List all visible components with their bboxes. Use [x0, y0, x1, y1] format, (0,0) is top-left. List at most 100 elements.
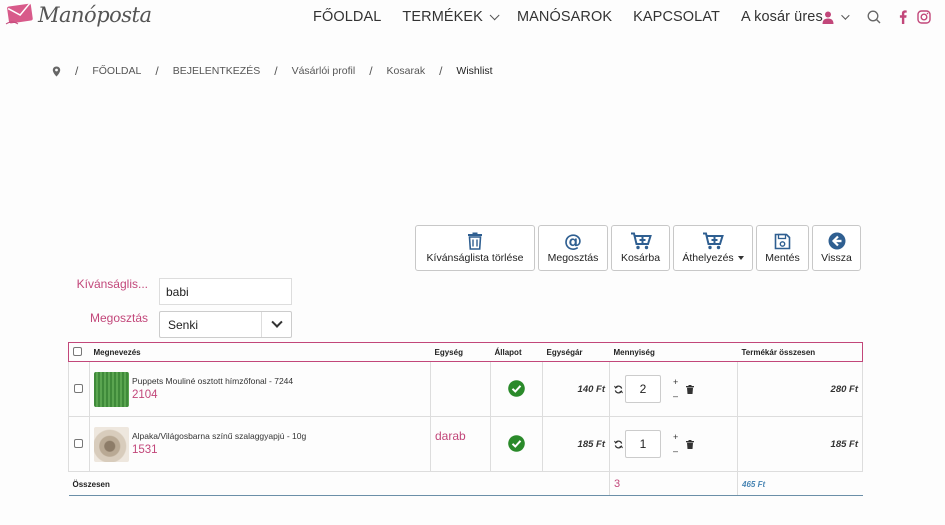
row-total: 185 Ft	[830, 438, 858, 450]
quantity-input[interactable]: 2	[625, 375, 661, 403]
product-name[interactable]: Puppets Mouliné osztott hímzőfonal - 724…	[132, 376, 293, 386]
total-quantity: 3	[614, 477, 621, 490]
col-header-name: Megnevezés	[89, 342, 431, 362]
logo-text: Manóposta	[38, 3, 152, 27]
trash-icon[interactable]	[686, 439, 695, 449]
breadcrumb: / FŐOLDAL / BEJELENTKEZÉS / Vásárlói pro…	[52, 64, 493, 78]
total-sum: 465 Ft	[742, 479, 766, 489]
delete-wishlist-button[interactable]: Kívánságlista törlése	[415, 225, 535, 271]
table-row: Puppets Mouliné osztott hímzőfonal - 724…	[68, 361, 863, 417]
back-button[interactable]: Vissza	[812, 225, 861, 271]
move-dropdown-button[interactable]: Áthelyezés	[673, 225, 753, 271]
map-marker-icon[interactable]	[52, 66, 61, 77]
user-icon	[822, 11, 834, 24]
instagram-icon	[917, 10, 931, 24]
share-button[interactable]: @ Megosztás	[538, 225, 608, 271]
share-setting-select[interactable]: Senki	[159, 311, 292, 338]
wishlist-page: Manóposta FŐOLDAL TERMÉKEK MANÓSAROK KAP…	[0, 0, 945, 525]
unit-price: 140 Ft	[577, 383, 605, 395]
product-code[interactable]: 1531	[132, 444, 306, 456]
caret-down-icon	[737, 256, 744, 261]
increment-button[interactable]: +	[673, 430, 678, 444]
product-info: Puppets Mouliné osztott hímzőfonal - 724…	[94, 371, 426, 407]
product-info: Alpaka/Világosbarna színű szalaggyapjú -…	[94, 426, 426, 462]
chevron-down-icon	[489, 9, 500, 20]
back-label: Vissza	[821, 252, 852, 264]
nav-item-products[interactable]: TERMÉKEK	[402, 9, 500, 25]
delete-wishlist-label: Kívánságlista törlése	[426, 252, 524, 264]
unit-price: 185 Ft	[577, 438, 605, 450]
breadcrumb-separator: /	[155, 64, 159, 78]
wishlist-table: Megnevezés Egység Állapot Egységár Menny…	[68, 342, 863, 496]
breadcrumb-separator: /	[439, 64, 443, 78]
wishlist-toolbar: Kívánságlista törlése @ Megosztás Kosárb…	[415, 225, 864, 271]
share-setting-value: Senki	[168, 317, 199, 332]
breadcrumb-home[interactable]: FŐOLDAL	[92, 65, 141, 77]
breadcrumb-wishlist: Wishlist	[456, 65, 493, 77]
facebook-icon	[899, 10, 907, 24]
search-button[interactable]	[867, 10, 881, 24]
breadcrumb-carts[interactable]: Kosarak	[387, 65, 426, 77]
col-header-quantity: Mennyiség	[609, 342, 738, 362]
table-row: Alpaka/Világosbarna színű szalaggyapjú -…	[68, 416, 863, 472]
refresh-icon[interactable]	[614, 440, 623, 449]
product-code[interactable]: 2104	[132, 389, 293, 401]
chevron-down-icon	[841, 11, 850, 20]
instagram-link[interactable]	[917, 10, 931, 24]
row-checkbox[interactable]	[74, 438, 83, 448]
wishlist-name-label: Kívánságlis...	[76, 277, 148, 291]
nav-item-contact[interactable]: KAPCSOLAT	[633, 9, 720, 25]
nav-item-home[interactable]: FŐOLDAL	[313, 9, 381, 25]
svg-text:@: @	[564, 232, 582, 250]
cart-plus-icon	[703, 232, 724, 250]
product-thumbnail[interactable]	[94, 371, 129, 407]
breadcrumb-profile[interactable]: Vásárlói profil	[292, 65, 356, 77]
decrement-button[interactable]: –	[673, 444, 678, 458]
save-button[interactable]: Mentés	[756, 225, 809, 271]
floppy-disk-icon	[774, 233, 791, 249]
share-setting-label: Megosztás	[89, 311, 148, 325]
nav-item-cart[interactable]: A kosár üres	[741, 9, 823, 25]
move-label: Áthelyezés	[682, 252, 734, 264]
table-header-row: Megnevezés Egység Állapot Egységár Menny…	[68, 342, 863, 362]
trash-icon[interactable]	[686, 384, 695, 394]
product-unit: darab	[435, 429, 466, 443]
check-circle-icon	[508, 379, 525, 397]
table-total-row: Összesen 3 465 Ft	[68, 471, 863, 496]
quantity-input[interactable]: 1	[625, 430, 661, 458]
decrement-button[interactable]: –	[673, 389, 678, 403]
breadcrumb-separator: /	[75, 64, 79, 78]
arrow-left-circle-icon	[828, 232, 845, 250]
save-label: Mentés	[765, 251, 800, 264]
total-label: Összesen	[72, 479, 110, 489]
nav-item-products-label: TERMÉKEK	[402, 9, 483, 25]
breadcrumb-separator: /	[274, 64, 278, 78]
facebook-link[interactable]	[899, 10, 907, 24]
breadcrumb-login[interactable]: BEJELENTKEZÉS	[173, 65, 261, 77]
col-header-unit-price: Egységár	[542, 342, 610, 362]
select-all-checkbox[interactable]	[73, 346, 82, 356]
chevron-down-icon	[270, 316, 283, 328]
row-checkbox[interactable]	[74, 383, 83, 393]
col-header-status: Állapot	[490, 342, 543, 362]
header-icons	[822, 10, 931, 24]
product-name[interactable]: Alpaka/Világosbarna színű szalaggyapjú -…	[132, 431, 306, 441]
col-header-unit: Egység	[430, 342, 491, 362]
product-thumbnail[interactable]	[94, 426, 129, 462]
add-to-cart-button[interactable]: Kosárba	[611, 225, 670, 271]
breadcrumb-separator: /	[369, 64, 373, 78]
share-label: Megosztás	[547, 252, 599, 264]
site-logo[interactable]: Manóposta	[4, 2, 152, 28]
row-total: 280 Ft	[830, 383, 858, 395]
wishlist-name-input[interactable]	[159, 278, 292, 305]
add-to-cart-label: Kosárba	[620, 252, 661, 264]
at-sign-icon: @	[564, 232, 582, 250]
nav-item-manosarok[interactable]: MANÓSAROK	[517, 9, 612, 25]
main-nav: FŐOLDAL TERMÉKEK MANÓSAROK KAPCSOLAT A k…	[313, 9, 844, 25]
cart-plus-icon	[630, 232, 652, 250]
refresh-icon[interactable]	[614, 385, 623, 394]
select-toggle[interactable]	[261, 312, 291, 337]
increment-button[interactable]: +	[673, 375, 678, 389]
search-icon	[867, 10, 881, 24]
user-menu[interactable]	[822, 11, 850, 24]
